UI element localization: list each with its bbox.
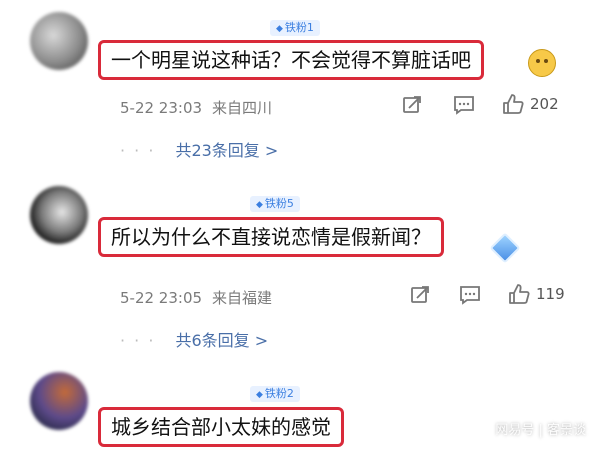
timestamp: 5-22 23:03 — [120, 99, 203, 117]
comment-meta: 5-22 23:03 来自四川 — [120, 97, 272, 118]
comment-button[interactable] — [453, 95, 475, 115]
comment-text-content: 一个明星说这种话？不会觉得不算脏话吧 — [111, 48, 471, 72]
like-count: 119 — [536, 285, 565, 303]
location: 来自福建 — [212, 289, 273, 307]
share-icon — [411, 286, 429, 303]
fan-badge[interactable]: ◆ 铁粉2 — [250, 386, 300, 402]
share-icon — [403, 96, 421, 113]
comment-meta: 5-22 23:05 来自福建 — [120, 287, 272, 308]
share-button[interactable] — [410, 285, 430, 305]
like-button[interactable]: 119 — [508, 283, 565, 305]
fan-badge[interactable]: ◆ 铁粉1 — [270, 20, 320, 36]
reply-count: 共23条回复 > — [175, 141, 279, 160]
comment-text: 城乡结合部小太妹的感觉 — [98, 407, 344, 447]
fan-badge[interactable]: ◆ 铁粉5 — [250, 196, 300, 212]
comment-text-content: 所以为什么不直接说恋情是假新闻？ — [111, 225, 431, 249]
like-count: 202 — [530, 95, 559, 113]
diamond-badge-icon: ◆ — [256, 390, 263, 400]
comment-button[interactable] — [459, 285, 481, 305]
comment-text: 所以为什么不直接说恋情是假新闻？ — [98, 217, 444, 257]
reply-count: 共6条回复 > — [175, 331, 269, 350]
dots-decoration: · · · — [120, 141, 156, 160]
comment-icon — [460, 286, 480, 305]
like-button[interactable]: 202 — [502, 93, 559, 115]
location: 来自四川 — [212, 99, 273, 117]
dots-decoration: · · · — [120, 331, 156, 350]
share-button[interactable] — [402, 95, 422, 115]
timestamp: 5-22 23:05 — [120, 289, 203, 307]
diamond-badge-icon: ◆ — [256, 200, 263, 210]
watermark: 网易号 | 客景谈 — [495, 423, 586, 438]
diamond-emoji-icon — [489, 232, 521, 264]
avatar[interactable] — [30, 12, 88, 70]
smiley-face-emoji-icon — [528, 49, 556, 77]
comment-text-content: 城乡结合部小太妹的感觉 — [111, 415, 331, 439]
avatar[interactable] — [30, 372, 88, 430]
thumbs-up-icon — [509, 284, 530, 304]
diamond-badge-icon: ◆ — [276, 24, 283, 34]
comment-text: 一个明星说这种话？不会觉得不算脏话吧 — [98, 40, 484, 80]
view-replies-link[interactable]: · · · 共6条回复 > — [120, 327, 268, 351]
view-replies-link[interactable]: · · · 共23条回复 > — [120, 137, 278, 161]
comment-icon — [454, 96, 474, 115]
thumbs-up-icon — [503, 94, 524, 114]
avatar[interactable] — [30, 186, 88, 244]
